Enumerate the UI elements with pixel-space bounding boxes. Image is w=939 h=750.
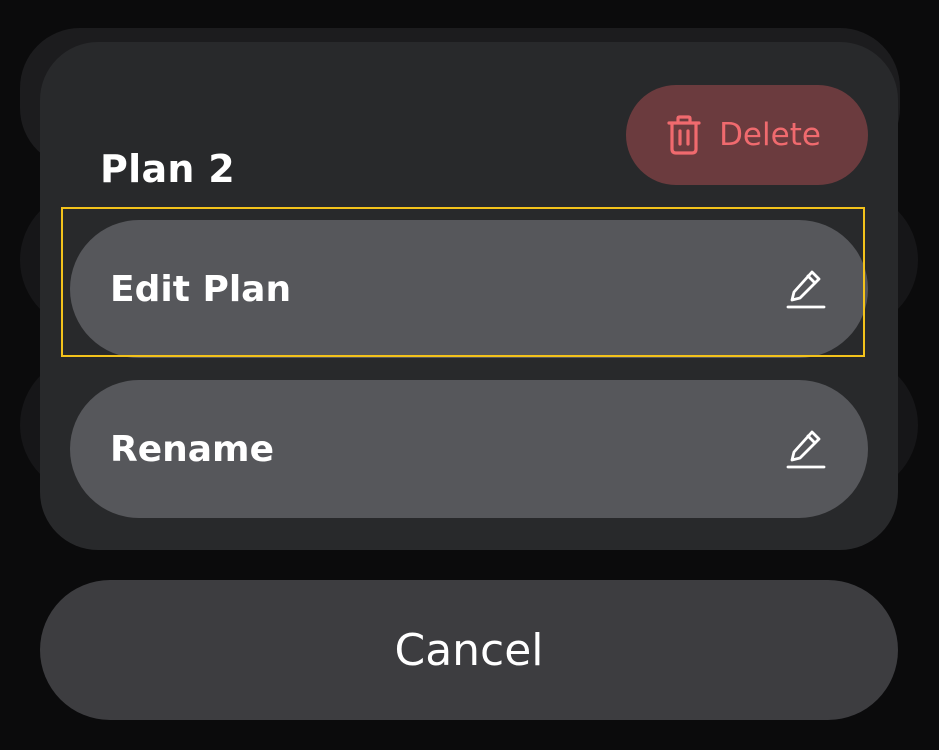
edit-plan-label: Edit Plan — [110, 268, 292, 310]
action-sheet: Plan 2 Delete Edit Plan Rename — [40, 42, 898, 550]
pencil-icon — [786, 268, 826, 310]
pencil-icon — [786, 428, 826, 470]
sheet-title: Plan 2 — [100, 147, 236, 191]
rename-label: Rename — [110, 428, 274, 470]
delete-label: Delete — [719, 117, 821, 153]
rename-option[interactable]: Rename — [70, 380, 868, 518]
cancel-button[interactable]: Cancel — [40, 580, 898, 720]
delete-button[interactable]: Delete — [626, 85, 868, 185]
trash-icon — [667, 115, 701, 155]
action-sheet-screen: Plan 2 Delete Edit Plan Rename Cancel — [0, 0, 939, 750]
edit-plan-option[interactable]: Edit Plan — [70, 220, 868, 358]
